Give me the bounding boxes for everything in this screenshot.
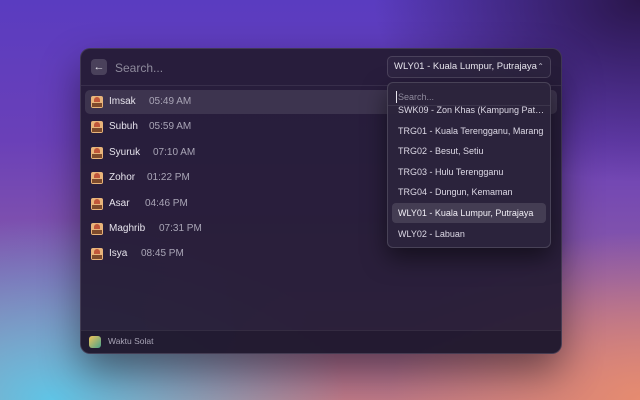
zone-option[interactable]: SWK09 - Zon Khas (Kampung Patarikan) — [392, 100, 546, 120]
back-button[interactable]: ← — [91, 59, 107, 75]
chevron-updown-icon: ⌃ — [537, 62, 544, 71]
mosque-icon — [91, 222, 103, 235]
zone-option[interactable]: TRG04 - Dungun, Kemaman — [392, 182, 546, 202]
prayer-name: Maghrib — [109, 222, 146, 234]
prayer-name: Asar — [109, 197, 130, 209]
prayer-name: Zohor — [109, 172, 136, 184]
zone-option[interactable]: WLY01 - Kuala Lumpur, Putrajaya — [392, 202, 546, 223]
prayer-name: Syuruk — [109, 146, 141, 158]
zone-select-value: WLY01 - Kuala Lumpur, Putrajaya — [394, 61, 537, 72]
mosque-icon — [91, 172, 103, 185]
mosque-icon — [91, 121, 103, 134]
zone-select[interactable]: WLY01 - Kuala Lumpur, Putrajaya ⌃ — [387, 56, 551, 78]
prayer-time: 01:22 PM — [147, 172, 190, 184]
prayer-time: 07:10 AM — [153, 146, 196, 158]
prayer-name: Isya — [109, 248, 128, 260]
zone-option[interactable]: TRG03 - Hulu Terengganu — [392, 162, 546, 182]
mosque-icon — [91, 197, 103, 210]
footer-bar: Waktu Solat — [81, 330, 561, 353]
app-name: Waktu Solat — [108, 336, 154, 346]
mosque-icon — [91, 248, 103, 261]
mosque-icon — [91, 146, 103, 159]
zone-dropdown: SWK09 - Zon Khas (Kampung Patarikan)TRG0… — [387, 82, 551, 248]
prayer-name: Subuh — [109, 121, 138, 133]
app-icon — [89, 336, 101, 348]
prayer-time: 04:46 PM — [145, 197, 188, 209]
mosque-icon — [91, 96, 103, 108]
zone-option[interactable]: TRG02 - Besut, Setiu — [392, 141, 546, 161]
prayer-name: Imsak — [109, 96, 136, 107]
prayer-time: 08:45 PM — [141, 248, 184, 260]
search-input[interactable] — [113, 58, 377, 78]
top-bar: ← WLY01 - Kuala Lumpur, Putrajaya ⌃ — [81, 49, 561, 86]
prayer-time: 05:59 AM — [149, 121, 192, 133]
zone-option[interactable]: WLY02 - Labuan — [392, 224, 546, 244]
prayer-time: 05:49 AM — [149, 96, 192, 107]
dropdown-options: SWK09 - Zon Khas (Kampung Patarikan)TRG0… — [392, 100, 546, 244]
zone-option[interactable]: TRG01 - Kuala Terengganu, Marang — [392, 121, 546, 141]
arrow-left-icon: ← — [93, 61, 105, 73]
prayer-time: 07:31 PM — [159, 222, 202, 234]
